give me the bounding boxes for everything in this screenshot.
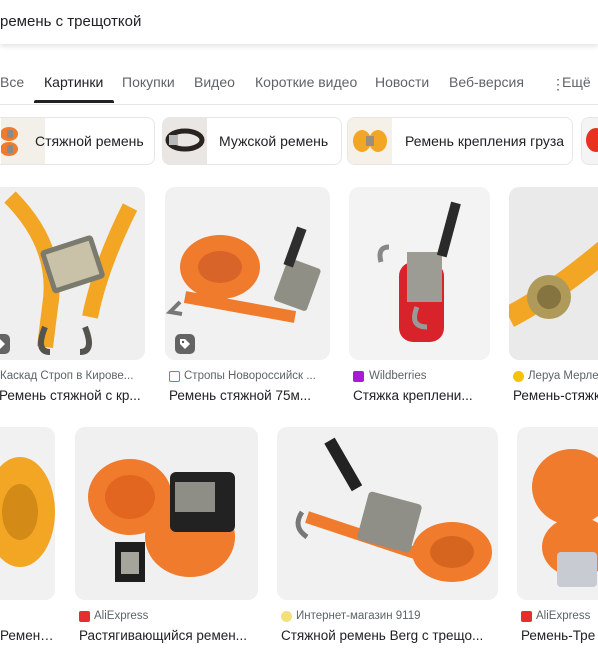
tag-icon <box>175 334 195 354</box>
result-source[interactable]: Леруа Мерле <box>528 370 598 382</box>
tab-bar: Все Картинки Покупки Видео Короткие виде… <box>0 58 598 105</box>
result-title[interactable]: Ремень-Тре <box>521 628 598 643</box>
chip-thumb-image <box>582 118 598 164</box>
result-image[interactable] <box>517 427 598 600</box>
chip-thumb-image <box>163 118 207 164</box>
vertical-dots-icon[interactable]: ⋮ <box>551 76 565 93</box>
result-title[interactable]: Ремень-стяжк <box>513 388 598 403</box>
result-source[interactable]: Интернет-магазин 9119 <box>296 610 496 622</box>
result-image[interactable] <box>0 427 55 600</box>
result-title[interactable]: Стяжной ремень Berg с трещо... <box>281 628 496 643</box>
shop-icon <box>281 611 292 622</box>
chip-cargo-strap[interactable]: Ремень крепления груза <box>347 117 573 165</box>
leroy-icon <box>513 371 524 382</box>
chip-label: Ремень крепления груза <box>405 133 565 149</box>
result-image[interactable] <box>75 427 258 600</box>
result-image[interactable] <box>509 187 598 360</box>
result-title[interactable]: Ремень стяжной 75м... <box>169 388 329 403</box>
chip-thumb-image <box>348 118 392 164</box>
tab-video[interactable]: Видео <box>194 74 235 90</box>
result-title[interactable]: Ремень ... <box>0 628 55 643</box>
result-source[interactable]: Каскад Строп в Кирове... <box>0 370 148 382</box>
result-image[interactable] <box>277 427 498 600</box>
tab-short-video[interactable]: Короткие видео <box>255 74 357 90</box>
search-query[interactable]: ремень с трещоткой <box>0 13 141 30</box>
result-title[interactable]: Ремень стяжной с кр... <box>0 388 147 403</box>
wildberries-icon <box>353 371 364 382</box>
tab-web[interactable]: Веб-версия <box>449 74 524 90</box>
chip-strap-tie[interactable]: Стяжной ремень <box>0 117 155 165</box>
result-source[interactable]: Wildberries <box>369 370 489 382</box>
chip-mens-belt[interactable]: Мужской ремень <box>162 117 342 165</box>
aliexpress-icon <box>79 611 90 622</box>
tab-shopping[interactable]: Покупки <box>122 74 175 90</box>
result-source[interactable]: AliExpress <box>536 610 598 622</box>
tab-more[interactable]: Ещё <box>562 74 591 90</box>
chip-label: Мужской ремень <box>219 133 329 149</box>
tab-all[interactable]: Все <box>0 74 24 90</box>
tag-icon <box>0 334 10 354</box>
result-title[interactable]: Стяжка креплени... <box>353 388 483 403</box>
tab-images[interactable]: Картинки <box>44 74 103 90</box>
result-source[interactable]: Стропы Новороссийск ... <box>184 370 330 382</box>
result-source[interactable]: AliExpress <box>94 610 254 622</box>
search-bar[interactable]: ремень с трещоткой <box>0 0 598 44</box>
result-image[interactable] <box>349 187 490 360</box>
store-icon <box>169 371 180 382</box>
aliexpress-icon <box>521 611 532 622</box>
result-image[interactable] <box>165 187 330 360</box>
chip-label: Стяжной ремень <box>35 133 144 149</box>
active-tab-indicator <box>34 100 114 103</box>
chip-next[interactable] <box>581 117 598 165</box>
tab-news[interactable]: Новости <box>375 74 429 90</box>
result-title[interactable]: Растягивающийся ремен... <box>79 628 257 643</box>
result-image[interactable] <box>0 187 145 360</box>
